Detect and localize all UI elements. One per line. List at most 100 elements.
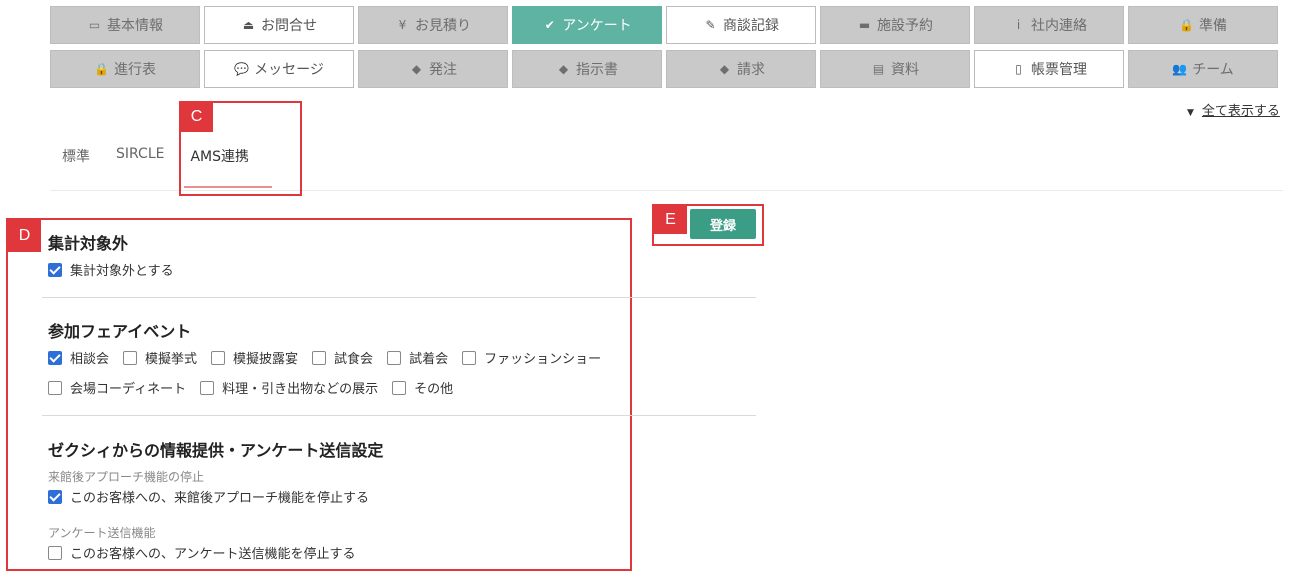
tab-row2-5[interactable]: ▤ 資料: [820, 50, 970, 88]
checkbox-option[interactable]: その他: [392, 378, 453, 397]
yen-icon: ¥: [398, 18, 407, 32]
checkbox-stop-survey[interactable]: このお客様への、アンケート送信機能を停止する: [48, 543, 355, 562]
tab-label: 施設予約: [877, 18, 933, 34]
tab-row1-4[interactable]: ✎ 商談記録: [666, 6, 816, 44]
checkbox-option[interactable]: 試食会: [312, 348, 373, 367]
tab-row2-3[interactable]: ◆ 指示書: [512, 50, 662, 88]
tab-label: 帳票管理: [1031, 62, 1087, 78]
checkbox-option[interactable]: 模擬挙式: [123, 348, 197, 367]
tab-row1-5[interactable]: ▬ 施設予約: [820, 6, 970, 44]
checkbox-label: ファッションショー: [484, 352, 602, 367]
subtab-standard[interactable]: 標準: [62, 146, 90, 166]
tab-label: 発注: [429, 62, 457, 78]
tab-row1-1[interactable]: ⏏ お問合せ: [204, 6, 354, 44]
fair-event-options-row-1: 相談会 模擬挙式 模擬披露宴 試食会 試着会 ファッションショー: [48, 348, 615, 367]
tab-row2-6[interactable]: ▯ 帳票管理: [974, 50, 1124, 88]
exclude-options: 集計対象外とする: [48, 260, 188, 279]
tab-row1-2[interactable]: ¥ お見積り: [358, 6, 508, 44]
tab-label: 準備: [1199, 18, 1227, 34]
tab-row1-3[interactable]: ✔ アンケート: [512, 6, 662, 44]
show-all-link[interactable]: ▼ 全て表示する: [1187, 100, 1280, 119]
tag-icon: ◆: [411, 62, 422, 76]
function-tab-grid: ▭ 基本情報 ⏏ お問合せ ¥ お見積り ✔ アンケート ✎ 商談記録 ▬ 施設予約 i 社内連絡 🔒 準備 …: [50, 6, 1282, 94]
tab-label: 社内連絡: [1031, 18, 1087, 34]
annotation-label-e: E: [654, 206, 687, 234]
tab-label: アンケート: [562, 18, 632, 34]
user-edit-icon: ✎: [705, 18, 716, 32]
checkbox-label: その他: [414, 382, 454, 397]
tab-label: メッセージ: [254, 62, 324, 78]
checkbox-label: 集計対象外とする: [70, 264, 174, 279]
tab-row2-7[interactable]: 👥 チーム: [1128, 50, 1278, 88]
checkbox-box[interactable]: [392, 380, 407, 395]
comments-icon: 💬: [234, 62, 250, 76]
checkbox-option[interactable]: 相談会: [48, 348, 109, 367]
tab-row2-4[interactable]: ◆ 請求: [666, 50, 816, 88]
fair-event-options-row-2: 会場コーディネート 料理・引き出物などの展示 その他: [48, 378, 467, 397]
checkbox-label: このお客様への、来館後アプローチ機能を停止する: [70, 491, 370, 506]
checkbox-exclude[interactable]: 集計対象外とする: [48, 260, 174, 279]
info-icon: i: [1016, 18, 1021, 32]
annotation-label-c: C: [180, 102, 213, 132]
tag-icon: ◆: [558, 62, 569, 76]
checkbox-box[interactable]: [312, 350, 327, 365]
checkbox-box[interactable]: [211, 350, 226, 365]
tab-label: 商談記録: [723, 18, 779, 34]
checkbox-label: 試着会: [409, 352, 449, 367]
checkbox-box[interactable]: [48, 350, 62, 365]
checkbox-label: 会場コーディネート: [70, 382, 187, 397]
checkbox-label: 相談会: [70, 352, 110, 367]
tab-row2-0[interactable]: 🔒 進行表: [50, 50, 200, 88]
file-icon: ▯: [1015, 62, 1022, 76]
tab-row-1: ▭ 基本情報 ⏏ お問合せ ¥ お見積り ✔ アンケート ✎ 商談記録 ▬ 施設予約 i 社内連絡 🔒 準備: [50, 6, 1282, 44]
checkbox-option[interactable]: 試着会: [387, 348, 448, 367]
checkbox-label: 料理・引き出物などの展示: [222, 382, 379, 397]
annotation-label-d: D: [8, 220, 41, 252]
tab-label: 進行表: [114, 62, 156, 78]
checkbox-option[interactable]: 模擬披露宴: [211, 348, 298, 367]
section-title-zexy-settings: ゼクシィからの情報提供・アンケート送信設定: [48, 441, 384, 460]
survey-send-options: このお客様への、アンケート送信機能を停止する: [48, 543, 369, 562]
section-title-exclude: 集計対象外: [48, 234, 129, 253]
checkbox-box[interactable]: [48, 380, 62, 395]
archive-icon: ▤: [872, 62, 885, 76]
users-icon: 👥: [1172, 62, 1188, 76]
checkbox-box[interactable]: [462, 350, 477, 365]
tab-row1-7[interactable]: 🔒 準備: [1128, 6, 1278, 44]
tab-label: お問合せ: [261, 18, 317, 34]
checkbox-box[interactable]: [123, 350, 138, 365]
tab-row1-0[interactable]: ▭ 基本情報: [50, 6, 200, 44]
checkbox-box[interactable]: [200, 380, 215, 395]
approach-stop-label: 来館後アプローチ機能の停止: [48, 470, 205, 484]
section-title-fair-events: 参加フェアイベント: [48, 322, 192, 341]
tab-label: チーム: [1192, 62, 1234, 78]
subtab-sircle[interactable]: SIRCLE: [116, 146, 164, 166]
checkbox-label: 試食会: [334, 352, 374, 367]
lock-icon: 🔒: [1179, 18, 1194, 32]
caret-down-icon: ▼: [1187, 108, 1194, 118]
tab-row1-6[interactable]: i 社内連絡: [974, 6, 1124, 44]
tab-label: 基本情報: [107, 18, 163, 34]
show-all-label[interactable]: 全て表示する: [1202, 104, 1280, 119]
checkbox-box[interactable]: [48, 489, 62, 504]
checkbox-option[interactable]: 会場コーディネート: [48, 378, 186, 397]
tab-label: 指示書: [576, 62, 618, 78]
checkbox-box[interactable]: [48, 262, 62, 277]
tab-label: 資料: [891, 62, 919, 78]
checkbox-option[interactable]: 料理・引き出物などの展示: [200, 378, 378, 397]
survey-send-label: アンケート送信機能: [48, 526, 156, 540]
checkbox-option[interactable]: ファッションショー: [462, 348, 601, 367]
checkbox-box[interactable]: [387, 350, 402, 365]
tab-label: お見積り: [415, 18, 471, 34]
checkbox-label: このお客様への、アンケート送信機能を停止する: [70, 547, 356, 562]
calendar-icon: ▬: [858, 18, 871, 32]
checkbox-label: 模擬披露宴: [233, 352, 299, 367]
checkbox-box[interactable]: [48, 545, 62, 560]
tab-row2-2[interactable]: ◆ 発注: [358, 50, 508, 88]
register-button[interactable]: 登録: [690, 209, 756, 239]
approach-stop-options: このお客様への、来館後アプローチ機能を停止する: [48, 487, 383, 506]
id-card-icon: ▭: [88, 18, 101, 32]
tab-row2-1[interactable]: 💬 メッセージ: [204, 50, 354, 88]
tab-label: 請求: [737, 62, 765, 78]
checkbox-stop-approach[interactable]: このお客様への、来館後アプローチ機能を停止する: [48, 487, 369, 506]
